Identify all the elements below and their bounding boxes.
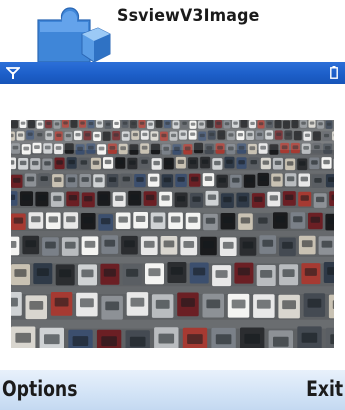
parking-lot-photo[interactable] <box>11 120 334 348</box>
battery-icon <box>330 66 338 79</box>
signal-antenna-icon <box>6 67 20 79</box>
exit-softkey[interactable]: Exit <box>306 377 343 401</box>
puzzle-piece-icon <box>37 7 111 63</box>
options-softkey[interactable]: Options <box>2 377 77 401</box>
app-title: SsviewV3Image <box>117 6 260 26</box>
status-bar <box>0 62 345 84</box>
content-area <box>0 84 345 370</box>
